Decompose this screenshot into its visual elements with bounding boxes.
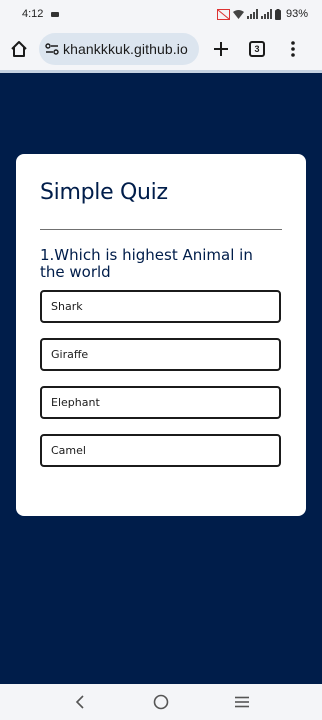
back-button[interactable] <box>62 684 98 720</box>
home-button[interactable] <box>0 28 38 70</box>
signal-icon <box>246 9 258 19</box>
cast-icon <box>216 8 230 20</box>
home-icon <box>11 41 27 57</box>
circle-home-icon <box>153 694 169 710</box>
title-divider <box>40 229 282 230</box>
browser-toolbar: khankkkuk.github.io 3 <box>0 28 322 70</box>
new-tab-button[interactable] <box>203 28 239 70</box>
url-bar[interactable]: khankkkuk.github.io <box>39 33 199 65</box>
notification-icon <box>51 11 60 17</box>
tab-switcher-button[interactable]: 3 <box>239 28 275 70</box>
wifi-icon <box>232 10 244 19</box>
status-time: 4:12 <box>22 8 44 20</box>
toolbar-divider <box>0 70 322 73</box>
more-vert-icon <box>291 41 295 57</box>
tune-icon[interactable] <box>45 43 59 55</box>
recents-icon <box>234 696 249 708</box>
status-icons: 93% <box>216 8 308 20</box>
plus-icon <box>214 42 228 56</box>
tab-switcher-icon: 3 <box>249 41 265 57</box>
url-text: khankkkuk.github.io <box>63 41 188 57</box>
quiz-title: Simple Quiz <box>40 180 168 205</box>
answer-button-elephant[interactable]: Elephant <box>40 386 281 419</box>
question-text: 1.Which is highest Animal in the world <box>40 246 253 281</box>
status-bar: 4:12 93% <box>0 0 322 28</box>
answer-button-camel[interactable]: Camel <box>40 434 281 467</box>
answer-button-giraffe[interactable]: Giraffe <box>40 338 281 371</box>
signal-icon-2 <box>260 9 272 19</box>
answer-button-shark[interactable]: Shark <box>40 290 281 323</box>
home-nav-button[interactable] <box>143 684 179 720</box>
answer-list: Shark Giraffe Elephant Camel <box>40 290 282 467</box>
recents-button[interactable] <box>224 684 260 720</box>
chevron-left-icon <box>76 695 84 709</box>
battery-percent: 93% <box>285 8 308 20</box>
system-nav-bar <box>0 684 322 720</box>
battery-icon <box>274 8 281 20</box>
menu-button[interactable] <box>275 28 311 70</box>
quiz-card: Simple Quiz 1.Which is highest Animal in… <box>16 154 306 516</box>
